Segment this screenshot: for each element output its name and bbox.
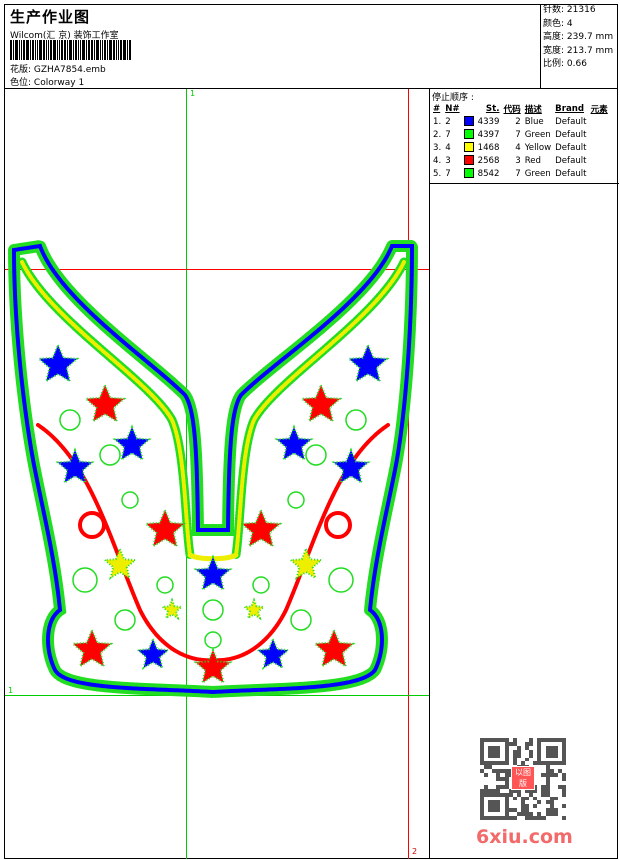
row-stitches: 2568 xyxy=(477,155,500,166)
row-swatch xyxy=(462,141,476,154)
red-flower xyxy=(70,627,114,669)
watermark-stamp: 以图版 xyxy=(511,766,535,790)
table-row[interactable]: 5. 7 8542 7 Green Default xyxy=(431,167,610,180)
row-description: Blue xyxy=(524,116,544,127)
row-description: Green xyxy=(524,129,551,140)
row-stitches: 4339 xyxy=(477,116,500,127)
table-row[interactable]: 3. 4 1468 4 Yellow Default xyxy=(431,141,610,154)
blue-flower xyxy=(55,447,95,485)
row-brand: Default xyxy=(555,142,587,153)
row-needle: 7 xyxy=(445,168,451,179)
red-flower xyxy=(143,507,187,549)
row-swatch xyxy=(462,154,476,167)
row-element xyxy=(589,128,610,141)
col-needle: N# xyxy=(445,103,460,114)
row-index: 3. xyxy=(433,142,442,153)
yellow-flower xyxy=(288,546,324,581)
col-stitches: St. xyxy=(485,103,500,114)
col-description: 描述 xyxy=(524,104,542,115)
row-description: Green xyxy=(524,168,551,179)
row-element xyxy=(589,141,610,154)
row-needle: 2 xyxy=(445,116,451,127)
row-needle: 7 xyxy=(445,129,451,140)
col-swatch xyxy=(462,102,476,115)
row-brand: Default xyxy=(555,116,587,127)
panel-divider xyxy=(430,183,619,184)
table-row[interactable]: 4. 3 2568 3 Red Default xyxy=(431,154,610,167)
col-brand: Brand xyxy=(555,103,585,114)
color-swatch xyxy=(463,142,474,153)
row-index: 4. xyxy=(433,155,442,166)
red-flower xyxy=(83,382,127,424)
row-index: 2. xyxy=(433,129,442,140)
color-swatch xyxy=(463,155,474,166)
row-stitches: 1468 xyxy=(477,142,500,153)
yellow-flower xyxy=(160,597,184,621)
red-arc xyxy=(36,423,390,663)
row-brand: Default xyxy=(555,129,587,140)
yellow-flower xyxy=(102,546,138,581)
table-row[interactable]: 2. 7 4397 7 Green Default xyxy=(431,128,610,141)
color-swatch xyxy=(463,116,474,127)
table-row[interactable]: 1. 2 4339 2 Blue Default xyxy=(431,115,610,128)
row-stitches: 4397 xyxy=(477,129,500,140)
color-swatch xyxy=(463,129,474,140)
row-element xyxy=(589,167,610,180)
row-description: Yellow xyxy=(524,142,552,153)
row-code: 7 xyxy=(515,168,521,179)
row-element xyxy=(589,154,610,167)
row-needle: 4 xyxy=(445,142,451,153)
col-code: 代码 xyxy=(503,104,521,115)
row-needle: 3 xyxy=(445,155,451,166)
row-code: 4 xyxy=(515,142,521,153)
yellow-flower xyxy=(242,597,266,621)
col-element: 元素 xyxy=(590,104,608,115)
row-stitches: 8542 xyxy=(477,168,500,179)
row-index: 1. xyxy=(433,116,442,127)
stop-sequence-table: # N# St. 代码 描述 Brand 元素 1. 2 4339 2 Blue… xyxy=(431,102,610,180)
blue-flower xyxy=(193,554,233,592)
row-code: 2 xyxy=(515,116,521,127)
red-flower xyxy=(239,507,283,549)
row-swatch xyxy=(462,167,476,180)
col-index: # xyxy=(433,103,441,114)
red-flower xyxy=(312,627,356,669)
red-flower xyxy=(193,647,233,685)
blue-flower xyxy=(346,342,390,384)
row-description: Red xyxy=(524,155,542,166)
color-swatch xyxy=(463,168,474,179)
red-flower xyxy=(299,382,343,424)
row-element xyxy=(589,115,610,128)
row-brand: Default xyxy=(555,155,587,166)
blue-flower xyxy=(331,447,371,485)
row-swatch xyxy=(462,115,476,128)
row-index: 5. xyxy=(433,168,442,179)
row-code: 7 xyxy=(515,129,521,140)
watermark: 以图版 6xiu.com xyxy=(476,738,573,848)
blue-flower xyxy=(36,342,80,384)
row-swatch xyxy=(462,128,476,141)
watermark-text: 6xiu.com xyxy=(476,826,573,848)
row-code: 3 xyxy=(515,155,521,166)
row-brand: Default xyxy=(555,168,587,179)
